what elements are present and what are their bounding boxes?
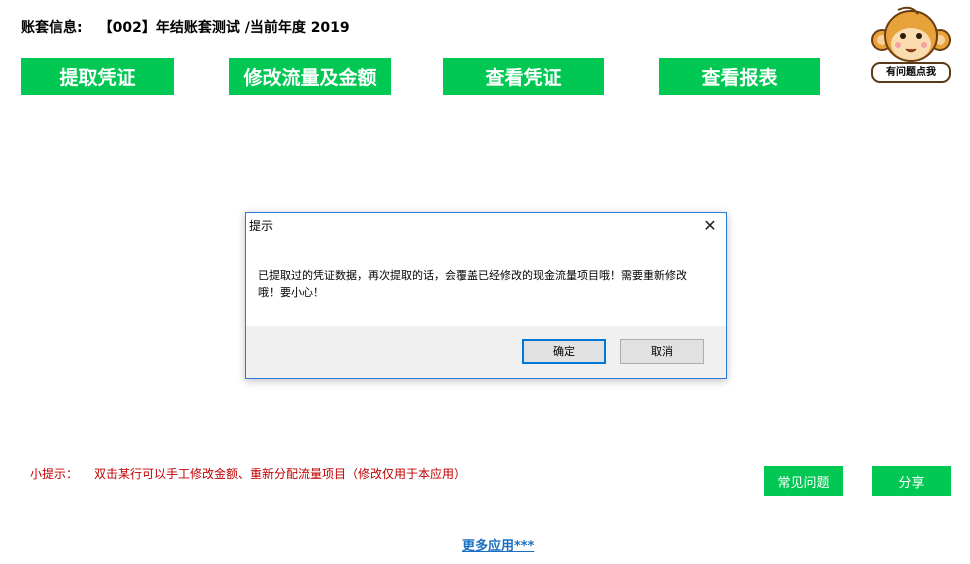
cancel-button[interactable]: 取消 xyxy=(620,339,704,364)
monkey-mascot-icon xyxy=(871,6,951,62)
tip-label: 小提示： xyxy=(30,467,79,481)
dialog-body: 已提取过的凭证数据，再次提取的话，会覆盖已经修改的现金流量项目哦！需要重新修改哦… xyxy=(246,239,726,326)
help-button[interactable]: 有问题点我 xyxy=(868,6,954,84)
prompt-dialog: 提示 ✕ 已提取过的凭证数据，再次提取的话，会覆盖已经修改的现金流量项目哦！需要… xyxy=(245,212,727,379)
view-report-button[interactable]: 查看报表 xyxy=(659,58,820,95)
more-apps-link[interactable]: 更多应用*** xyxy=(462,535,534,554)
dialog-title: 提示 xyxy=(249,219,274,233)
help-label: 有问题点我 xyxy=(871,62,951,83)
tip-content: 双击某行可以手工修改金额、重新分配流量项目（修改仅用于本应用） xyxy=(94,467,467,481)
account-info-label: 账套信息: xyxy=(21,20,83,36)
share-button[interactable]: 分享 xyxy=(872,466,951,496)
dialog-footer: 确定 取消 xyxy=(246,326,726,378)
extract-voucher-button[interactable]: 提取凭证 xyxy=(21,58,174,95)
tip-text: 小提示： 双击某行可以手工修改金额、重新分配流量项目（修改仅用于本应用） xyxy=(30,465,466,482)
ok-button[interactable]: 确定 xyxy=(522,339,606,364)
faq-button[interactable]: 常见问题 xyxy=(764,466,843,496)
view-voucher-button[interactable]: 查看凭证 xyxy=(443,58,604,95)
account-info: 账套信息: 【002】年结账套测试 /当前年度 2019 xyxy=(21,17,350,37)
dialog-titlebar[interactable]: 提示 ✕ xyxy=(246,213,726,239)
edit-flow-amount-button[interactable]: 修改流量及金额 xyxy=(229,58,391,95)
close-icon[interactable]: ✕ xyxy=(697,214,723,238)
dialog-message: 已提取过的凭证数据，再次提取的话，会覆盖已经修改的现金流量项目哦！需要重新修改哦… xyxy=(258,269,687,299)
account-info-value: 【002】年结账套测试 /当前年度 2019 xyxy=(98,20,350,36)
